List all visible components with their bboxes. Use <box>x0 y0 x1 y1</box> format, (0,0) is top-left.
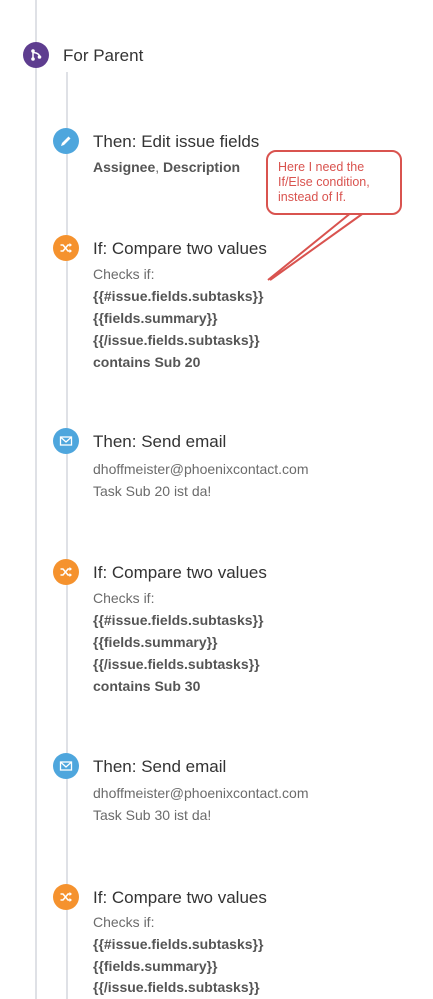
callout-line: Here I need the <box>278 160 365 174</box>
condition-line: contains Sub 30 <box>93 678 201 694</box>
condition-line: {{/issue.fields.subtasks}} <box>93 332 260 348</box>
annotation-callout: Here I need the If/Else condition, inste… <box>266 150 402 215</box>
field-description: Description <box>163 159 241 175</box>
email-subject: Task Sub 30 ist da! <box>93 807 212 823</box>
callout-line: instead of If. <box>278 190 347 204</box>
branch-icon <box>23 42 49 68</box>
outer-timeline-line <box>35 0 37 999</box>
shuffle-icon <box>53 235 79 261</box>
condition-line: {{fields.summary}} <box>93 634 218 650</box>
envelope-icon <box>53 753 79 779</box>
condition-label: Checks if: <box>93 266 155 282</box>
condition-label: Checks if: <box>93 590 155 606</box>
condition-line: {{#issue.fields.subtasks}} <box>93 936 264 952</box>
pencil-icon <box>53 128 79 154</box>
email-recipient: dhoffmeister@phoenixcontact.com <box>93 785 309 801</box>
field-separator: , <box>155 159 164 175</box>
edited-fields: Assignee, Description <box>93 159 240 175</box>
condition-line: {{fields.summary}} <box>93 310 218 326</box>
shuffle-icon <box>53 559 79 585</box>
step-title[interactable]: Then: Send email <box>93 432 226 452</box>
condition-line: {{#issue.fields.subtasks}} <box>93 612 264 628</box>
condition-line: {{/issue.fields.subtasks}} <box>93 979 260 995</box>
email-recipient: dhoffmeister@phoenixcontact.com <box>93 461 309 477</box>
step-title[interactable]: Then: Send email <box>93 757 226 777</box>
step-title[interactable]: If: Compare two values <box>93 563 267 583</box>
parent-branch-title[interactable]: For Parent <box>63 46 143 66</box>
email-subject: Task Sub 20 ist da! <box>93 483 212 499</box>
step-title[interactable]: Then: Edit issue fields <box>93 132 259 152</box>
step-title[interactable]: If: Compare two values <box>93 239 267 259</box>
envelope-icon <box>53 428 79 454</box>
shuffle-icon <box>53 884 79 910</box>
condition-line: contains Sub 20 <box>93 354 201 370</box>
callout-line: If/Else condition, <box>278 175 370 189</box>
inner-timeline-line <box>66 72 68 999</box>
step-title[interactable]: If: Compare two values <box>93 888 267 908</box>
condition-label: Checks if: <box>93 914 155 930</box>
condition-line: {{fields.summary}} <box>93 958 218 974</box>
field-assignee: Assignee <box>93 159 156 175</box>
condition-line: {{#issue.fields.subtasks}} <box>93 288 264 304</box>
condition-line: {{/issue.fields.subtasks}} <box>93 656 260 672</box>
